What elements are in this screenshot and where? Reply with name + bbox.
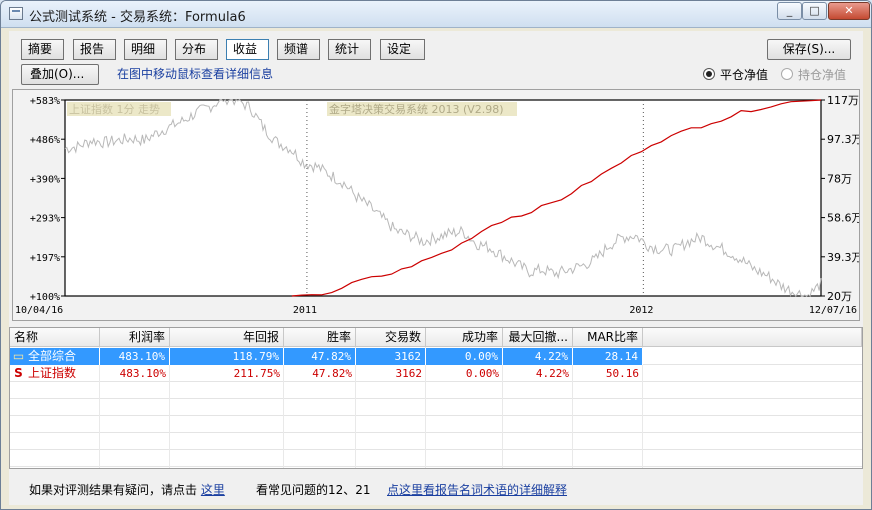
column-header-4[interactable]: 交易数 <box>356 328 426 347</box>
row-gridline <box>10 432 862 433</box>
equity-chart[interactable]: 上证指数 1分 走势 金字塔决策交易系统 2013 (V2.98) +583% +48… <box>12 89 860 321</box>
main-content: 摘要 报告 明细 分布 收益 频谱 统计 设定 保存(S)... 叠加(O)... 在图中移动… <box>9 31 863 505</box>
left-tick-label: +390% <box>30 174 60 185</box>
watermark-left: 上证指数 1分 走势 <box>69 102 160 116</box>
radio-close-equity-label: 平仓净值 <box>720 68 769 82</box>
tab-3[interactable]: 分布 <box>175 39 218 60</box>
x-year-label: 2012 <box>629 305 653 316</box>
cell-mar: 50.16 <box>605 367 639 380</box>
cell-profit: 483.10% <box>119 367 166 380</box>
radio-hold-equity[interactable]: 持仓净值 <box>781 66 846 83</box>
table-row[interactable]: S 上证指数 483.10% 211.75% 47.82% 3162 0.00% 4.22% 5… <box>10 365 643 382</box>
cell-trades: 3162 <box>356 348 426 365</box>
right-tick-label: 20万 <box>827 290 852 303</box>
cell-drawdown: 4.22% <box>503 348 573 365</box>
tab-2[interactable]: 明细 <box>124 39 167 60</box>
cell-drawdown: 4.22% <box>535 367 569 380</box>
right-tick-label: 39.3万 <box>827 251 859 264</box>
right-tick-label: 97.3万 <box>827 133 859 146</box>
maximize-button[interactable]: □ <box>802 2 827 20</box>
column-header-filler <box>643 328 862 347</box>
column-header-1[interactable]: 利润率 <box>100 328 170 347</box>
cell-success: 0.00% <box>465 367 499 380</box>
overlay-button[interactable]: 叠加(O)... <box>21 64 99 85</box>
radio-hold-equity-label: 持仓净值 <box>798 68 847 82</box>
cell-annual: 211.75% <box>233 367 280 380</box>
table-row[interactable]: ▭ 全部综合 483.10% 118.79% 47.82% 3162 0.00% 4.22% 2… <box>10 348 643 365</box>
cell-name: ▭ 全部综合 <box>10 348 100 365</box>
close-button[interactable]: ✕ <box>828 2 870 20</box>
column-header-6[interactable]: 最大回撤... <box>503 328 573 347</box>
footer-text: 如果对评测结果有疑问，请点击 这里 <box>29 481 225 498</box>
row-gridline <box>10 449 862 450</box>
terms-link-wrap: 点这里看报告名词术语的详细解释 <box>387 481 567 498</box>
plot-area[interactable] <box>64 99 822 297</box>
radio-close-equity[interactable]: 平仓净值 <box>703 66 768 83</box>
cell-win: 47.82% <box>284 348 356 365</box>
footer-faq-numbers: 看常见问题的12、21 <box>256 483 371 497</box>
left-tick-label: +293% <box>30 214 60 225</box>
cell-trades: 3162 <box>395 367 423 380</box>
footer-text-1: 如果对评测结果有疑问，请点击 <box>29 483 198 497</box>
x-year-label: 2011 <box>293 305 317 316</box>
row-name: 全部综合 <box>28 349 77 363</box>
column-header-0[interactable]: 名称 <box>10 328 100 347</box>
title-bar[interactable]: 公式测试系统 - 交易系统：Formula6 _ □ ✕ <box>1 1 871 28</box>
left-tick-label: +100% <box>30 292 60 303</box>
cell-success: 0.00% <box>426 348 503 365</box>
window-title: 公式测试系统 - 交易系统：Formula6 <box>29 10 246 25</box>
tab-7[interactable]: 设定 <box>380 39 425 60</box>
tab-4[interactable]: 收益 <box>226 39 269 60</box>
column-header-7[interactable]: MAR比率 <box>573 328 643 347</box>
cell-mar: 28.14 <box>573 348 643 365</box>
right-tick-label: 58.6万 <box>827 212 859 225</box>
cell-profit: 483.10% <box>100 348 170 365</box>
row-gridline <box>10 415 862 416</box>
left-tick-label: +583% <box>30 96 60 107</box>
watermark-center: 金字塔决策交易系统 2013 (V2.98) <box>329 102 504 116</box>
faq-link[interactable]: 这里 <box>201 483 225 497</box>
right-tick-label: 117万 <box>827 94 859 107</box>
tab-6[interactable]: 统计 <box>328 39 371 60</box>
terms-link[interactable]: 点这里看报告名词术语的详细解释 <box>387 483 567 497</box>
app-icon <box>9 7 23 20</box>
minimize-button[interactable]: _ <box>777 2 802 20</box>
save-button[interactable]: 保存(S)... <box>767 39 851 60</box>
tab-5[interactable]: 频谱 <box>277 39 320 60</box>
column-header-5[interactable]: 成功率 <box>426 328 503 347</box>
tab-1[interactable]: 报告 <box>73 39 116 60</box>
chart-svg[interactable]: 上证指数 1分 走势 金字塔决策交易系统 2013 (V2.98) +583% +48… <box>13 90 859 320</box>
tab-0[interactable]: 摘要 <box>21 39 64 60</box>
left-tick-label: +197% <box>30 253 60 264</box>
s-icon: S <box>14 366 23 380</box>
left-tick-label: +486% <box>30 135 60 146</box>
row-gridline <box>10 466 862 467</box>
row-gridline <box>10 398 862 399</box>
folder-icon: ▭ <box>12 349 25 363</box>
column-header-2[interactable]: 年回报 <box>170 328 284 347</box>
radio-selected-icon[interactable] <box>703 68 715 80</box>
cell-annual: 118.79% <box>170 348 284 365</box>
results-table[interactable]: 名称 利润率 年回报 胜率 交易数 成功率 最大回撤... MAR比率 ▭ 全部综合 483.10… <box>9 327 863 469</box>
right-tick-label: 78万 <box>827 172 852 185</box>
app-window: 公式测试系统 - 交易系统：Formula6 _ □ ✕ 摘要 报告 明细 分布 收益频… <box>0 0 872 510</box>
x-start-label: 10/04/16 <box>15 305 63 316</box>
row-name: 上证指数 <box>28 366 77 380</box>
cell-win: 47.82% <box>312 367 352 380</box>
hint-text: 在图中移动鼠标查看详细信息 <box>117 67 274 81</box>
x-end-label: 12/07/16 <box>809 305 857 316</box>
radio-unselected-icon[interactable] <box>781 68 793 80</box>
column-header-3[interactable]: 胜率 <box>284 328 356 347</box>
cell-name: S 上证指数 <box>10 365 100 382</box>
